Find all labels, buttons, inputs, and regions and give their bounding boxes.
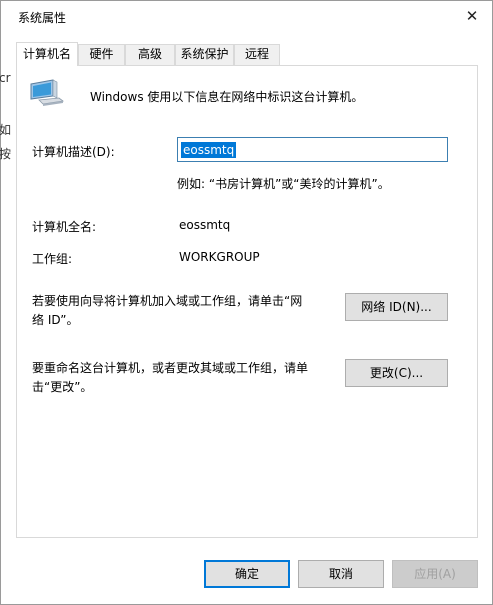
apply-button[interactable]: 应用(A) — [392, 560, 478, 588]
window-title: 系统属性 — [18, 11, 67, 25]
title-bar: 系统属性 ✕ — [1, 1, 492, 31]
intro-text: Windows 使用以下信息在网络中标识这台计算机。 — [90, 90, 364, 104]
full-name-value: eossmtq — [179, 218, 231, 232]
change-button-label: 更改(C)... — [369, 366, 424, 380]
description-value: eossmtq — [181, 142, 237, 158]
example-text: 例如: “书房计算机”或“美玲的计算机”。 — [177, 177, 390, 191]
tab-label: 硬件 — [89, 47, 114, 61]
background-text: 按 — [0, 147, 12, 161]
background-window-fragment: cr 如 按 — [0, 31, 12, 551]
tab-hardware[interactable]: 硬件 — [78, 44, 125, 65]
system-properties-dialog: cr 如 按 系统属性 ✕ 计算机名 硬件 高级 系统保护 远程 Windows… — [0, 0, 493, 605]
network-id-text: 若要使用向导将计算机加入域或工作组，请单击“网络 ID”。 — [32, 294, 303, 327]
description-label: 计算机描述(D): — [32, 145, 115, 159]
cancel-button-label: 取消 — [328, 567, 353, 581]
computer-icon — [30, 79, 65, 106]
tab-label: 计算机名 — [22, 47, 71, 61]
close-icon: ✕ — [465, 7, 479, 25]
close-button[interactable]: ✕ — [459, 4, 485, 28]
network-id-button[interactable]: 网络 ID(N)... — [345, 293, 448, 321]
network-id-button-label: 网络 ID(N)... — [361, 300, 432, 314]
cancel-button[interactable]: 取消 — [298, 560, 384, 588]
change-button[interactable]: 更改(C)... — [345, 359, 448, 387]
tab-computer-name[interactable]: 计算机名 — [16, 42, 78, 66]
background-text: cr — [0, 71, 11, 85]
background-text: 如 — [0, 123, 12, 137]
tab-remote[interactable]: 远程 — [234, 44, 280, 65]
tab-advanced[interactable]: 高级 — [125, 44, 175, 65]
apply-button-label: 应用(A) — [414, 567, 456, 581]
workgroup-value: WORKGROUP — [179, 250, 260, 264]
tab-label: 远程 — [244, 47, 269, 61]
tab-label: 高级 — [137, 47, 162, 61]
tab-system-protection[interactable]: 系统保护 — [175, 44, 234, 65]
workgroup-label: 工作组: — [32, 252, 73, 266]
computer-description-field[interactable]: eossmtq — [177, 137, 448, 162]
tab-label: 系统保护 — [180, 47, 229, 61]
full-name-label: 计算机全名: — [32, 220, 97, 234]
ok-button-label: 确定 — [234, 567, 259, 581]
rename-text: 要重命名这台计算机，或者更改其域或工作组，请单击“更改”。 — [32, 361, 309, 394]
ok-button[interactable]: 确定 — [204, 560, 290, 588]
